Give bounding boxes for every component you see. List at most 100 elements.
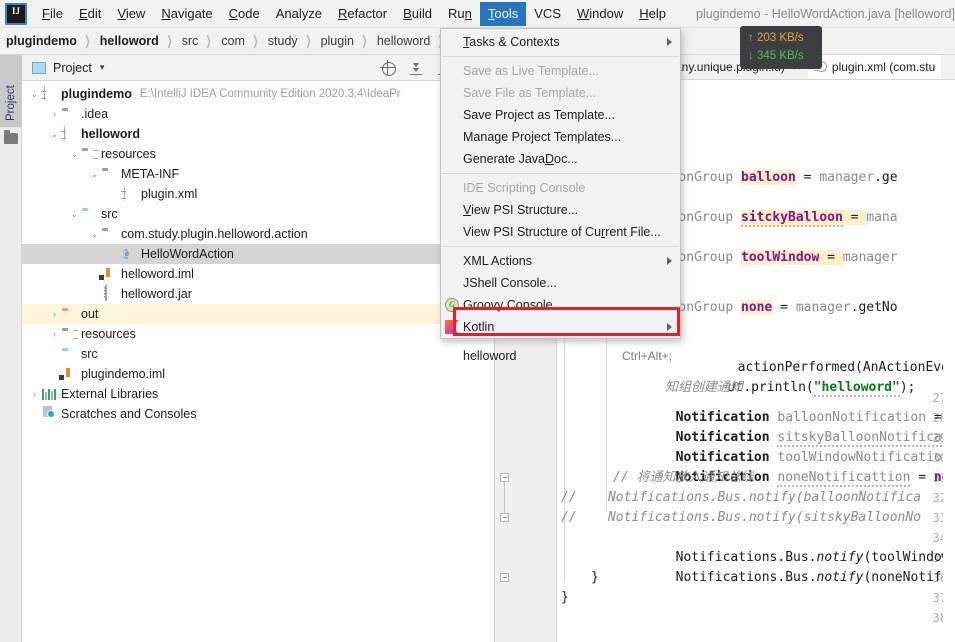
tree-twisty-icon[interactable]: ⌄ bbox=[48, 124, 61, 144]
tree-label: helloword.jar bbox=[121, 287, 192, 301]
breadcrumb-src[interactable]: src bbox=[176, 34, 203, 48]
editor-tab-plugin-xml[interactable]: plugin.xml (com.stu bbox=[807, 55, 942, 79]
menu-view[interactable]: View bbox=[109, 2, 153, 26]
tree-label: plugin.xml bbox=[141, 187, 198, 201]
menu-separator bbox=[442, 246, 679, 247]
tree-row-external-libraries[interactable]: › External Libraries bbox=[22, 384, 494, 404]
breadcrumb-plugindemo[interactable]: plugindemo bbox=[0, 34, 81, 48]
project-tree: ⌄ plugindemo E:\IntelliJ IDEA Community … bbox=[22, 81, 494, 424]
menu-item-kotlin[interactable]: Kotlin bbox=[441, 316, 680, 338]
editor-scrollbar[interactable] bbox=[943, 105, 955, 642]
code-line-comment: // Notifications.Bus.notify(sitskyBalloo… bbox=[561, 510, 922, 525]
tree-row-src[interactable]: ⌄ src bbox=[22, 204, 494, 224]
menu-build[interactable]: Build bbox=[395, 2, 440, 26]
intellij-logo-icon bbox=[5, 2, 27, 25]
source-folder-icon bbox=[61, 346, 77, 362]
module-icon bbox=[41, 85, 57, 102]
menu-item-label: JShell Console... bbox=[463, 276, 557, 290]
network-download-speed: ↓ 345 KB/s bbox=[748, 50, 804, 62]
tree-twisty-icon[interactable]: › bbox=[48, 104, 61, 124]
tree-row-src-root[interactable]: src bbox=[22, 344, 494, 364]
fold-marker-icon[interactable] bbox=[500, 513, 509, 522]
breadcrumb-separator-icon: ❯ bbox=[84, 33, 91, 48]
menu-item-generate-javadoc[interactable]: Generate JavaDoc... bbox=[441, 148, 680, 170]
breadcrumb-com[interactable]: com bbox=[215, 34, 249, 48]
tree-twisty-icon[interactable]: ⌄ bbox=[88, 224, 101, 244]
menu-item-label: Save Project as Template... bbox=[463, 108, 615, 122]
breadcrumb-plugin[interactable]: plugin bbox=[315, 34, 358, 48]
resources-folder-icon bbox=[61, 326, 77, 342]
menu-file[interactable]: File bbox=[34, 2, 71, 26]
menu-item-manage-project-templates[interactable]: Manage Project Templates... bbox=[441, 126, 680, 148]
folder-icon[interactable] bbox=[4, 130, 18, 144]
menu-item-jshell-console[interactable]: JShell Console... bbox=[441, 272, 680, 294]
collapse-all-icon[interactable] bbox=[409, 61, 424, 76]
tree-row-meta-inf[interactable]: ⌄ META-INF bbox=[22, 164, 494, 184]
project-tool-window: Project ▾ ⌄ plugindemo E:\IntelliJ IDEA … bbox=[22, 55, 495, 642]
tree-label: src bbox=[101, 207, 118, 221]
tree-row-idea[interactable]: › .idea bbox=[22, 104, 494, 124]
tree-row-plugindemo[interactable]: ⌄ plugindemo E:\IntelliJ IDEA Community … bbox=[22, 84, 494, 104]
code-line: Notifications.Bus.notify(noneNotificatti… bbox=[675, 570, 955, 585]
menu-analyze[interactable]: Analyze bbox=[268, 2, 330, 26]
menu-item-view-psi-structure[interactable]: View PSI Structure... bbox=[441, 199, 680, 221]
tree-label: out bbox=[81, 307, 99, 321]
menu-item-label: Groovy Console bbox=[463, 298, 553, 312]
breadcrumb-study[interactable]: study bbox=[262, 34, 302, 48]
menu-vcs[interactable]: VCS bbox=[526, 2, 569, 26]
tree-row-package[interactable]: ⌄ com.study.plugin.helloword.action bbox=[22, 224, 494, 244]
tool-window-button-project[interactable]: Project bbox=[0, 55, 22, 127]
folder-icon bbox=[101, 166, 117, 182]
menu-code[interactable]: Code bbox=[221, 2, 268, 26]
tree-row-plugin-xml[interactable]: plugin.xml bbox=[22, 184, 494, 204]
menu-item-helloword[interactable]: helloword Ctrl+Alt+; bbox=[441, 345, 680, 367]
tree-twisty-icon[interactable]: › bbox=[48, 324, 61, 344]
tree-row-plugindemo-iml[interactable]: plugindemo.iml bbox=[22, 364, 494, 384]
tree-label: Scratches and Consoles bbox=[61, 407, 197, 421]
menu-edit[interactable]: Edit bbox=[71, 2, 109, 26]
tree-label: META-INF bbox=[121, 167, 180, 181]
iml-file-icon bbox=[101, 266, 117, 282]
tree-twisty-icon[interactable]: ⌄ bbox=[88, 164, 101, 184]
menu-item-shortcut: Ctrl+Alt+; bbox=[621, 349, 672, 363]
tree-row-scratches[interactable]: Scratches and Consoles bbox=[22, 404, 494, 424]
menu-item-groovy-console[interactable]: G Groovy Console bbox=[441, 294, 680, 316]
menu-item-label: Manage Project Templates... bbox=[463, 130, 622, 144]
tree-twisty-icon[interactable]: ⌄ bbox=[68, 204, 81, 224]
menu-help[interactable]: Help bbox=[631, 2, 674, 26]
menu-tools[interactable]: Tools bbox=[479, 1, 527, 26]
menu-window[interactable]: Window bbox=[569, 2, 631, 26]
menu-item-xml-actions[interactable]: XML Actions bbox=[441, 250, 680, 272]
menu-navigate[interactable]: Navigate bbox=[153, 2, 220, 26]
kotlin-icon bbox=[445, 320, 459, 334]
breadcrumb-helloword[interactable]: helloword bbox=[94, 34, 163, 48]
tree-row-out[interactable]: › out bbox=[22, 304, 494, 324]
breadcrumb-helloword-2[interactable]: helloword bbox=[371, 34, 435, 48]
fold-marker-icon[interactable] bbox=[500, 473, 509, 482]
tree-twisty-icon[interactable]: ⌄ bbox=[28, 84, 41, 104]
tools-dropdown-menu: TTasks & Contextsasks & Contexts Save as… bbox=[440, 28, 681, 363]
select-opened-file-icon[interactable] bbox=[381, 61, 396, 76]
tree-row-helloword-iml[interactable]: helloword.iml bbox=[22, 264, 494, 284]
menu-run[interactable]: Run bbox=[440, 2, 480, 26]
scratches-icon bbox=[41, 406, 57, 422]
menu-refactor[interactable]: Refactor bbox=[330, 2, 395, 26]
menu-item-tasks-and-contexts[interactable]: TTasks & Contextsasks & Contexts bbox=[441, 31, 680, 53]
fold-marker-icon[interactable] bbox=[500, 573, 509, 582]
tree-label: HelloWordAction bbox=[141, 247, 234, 261]
menu-item-label: IDE Scripting Console bbox=[463, 181, 586, 195]
menu-item-view-psi-structure-current-file[interactable]: View PSI Structure of Current File... bbox=[441, 221, 680, 243]
chevron-down-icon[interactable]: ▾ bbox=[100, 62, 105, 73]
editor-tab-label: plugin.xml (com.stu bbox=[831, 60, 936, 74]
menu-item-save-project-as-template[interactable]: Save Project as Template... bbox=[441, 104, 680, 126]
tree-row-helloword-jar[interactable]: helloword.jar bbox=[22, 284, 494, 304]
tree-row-helloword-module[interactable]: ⌄ helloword bbox=[22, 124, 494, 144]
tree-twisty-icon[interactable]: › bbox=[28, 384, 41, 404]
tree-row-resources[interactable]: ⌄ resources bbox=[22, 144, 494, 164]
java-class-icon: C bbox=[123, 249, 130, 259]
tree-row-resources-root[interactable]: › resources bbox=[22, 324, 494, 344]
tree-twisty-icon[interactable]: › bbox=[48, 304, 61, 324]
tree-twisty-icon[interactable]: ⌄ bbox=[68, 144, 81, 164]
network-speed-tooltip: ↑ 203 KB/s ↓ 345 KB/s bbox=[740, 26, 822, 69]
tree-row-hellowordaction[interactable]: C HelloWordAction bbox=[22, 244, 494, 264]
